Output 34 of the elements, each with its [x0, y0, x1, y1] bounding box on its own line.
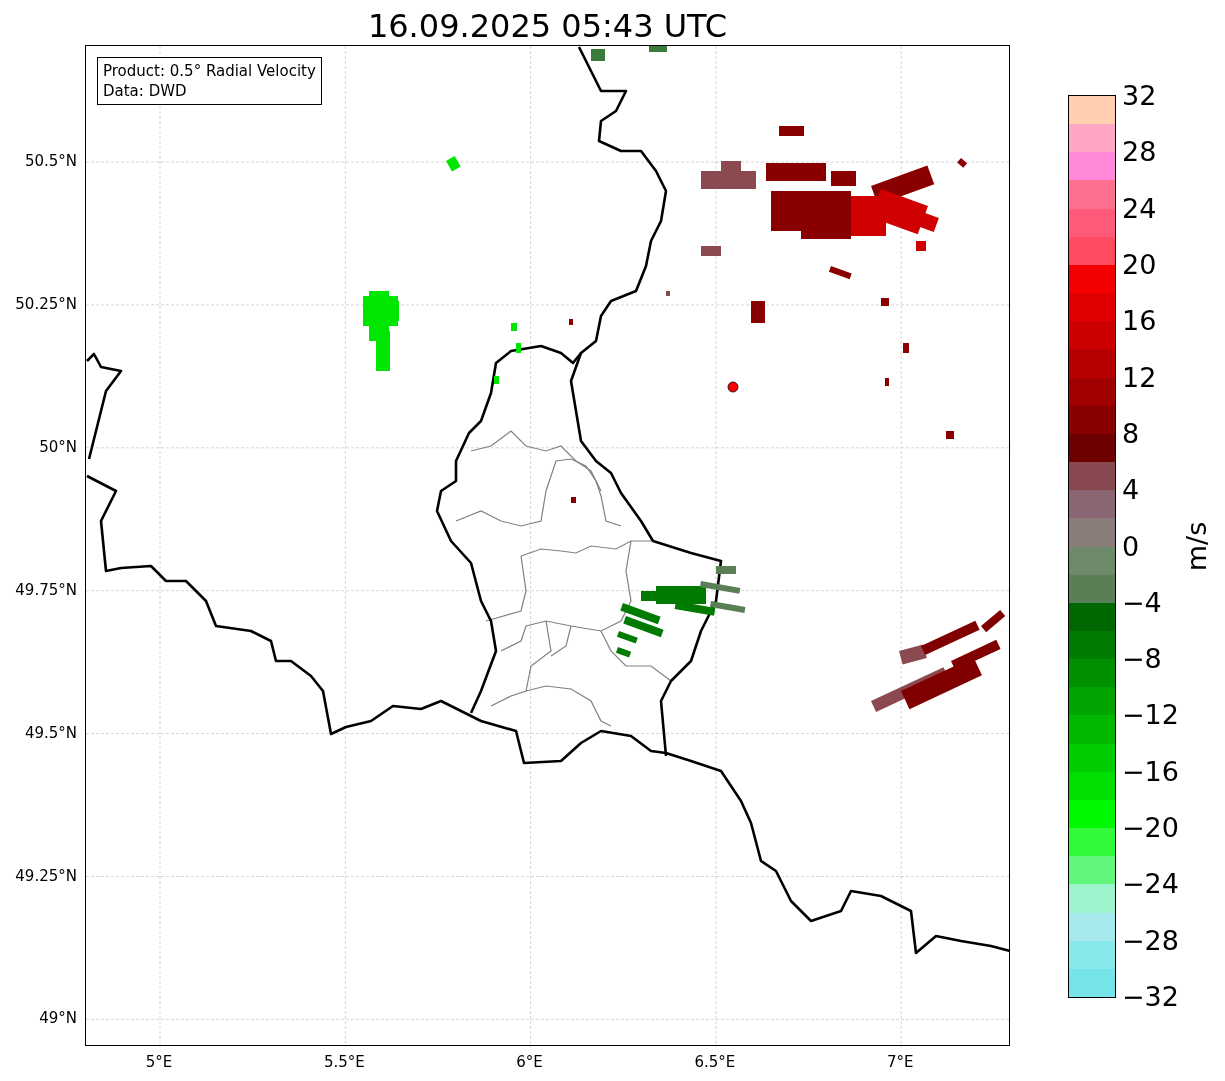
colorbar-tick-label: 16 [1122, 304, 1157, 336]
longitude-label: 5°E [145, 1053, 173, 1071]
latitude-label: 50°N [39, 437, 77, 456]
latitude-label: 50.5°N [24, 152, 77, 170]
colorbar-tick-label: −20 [1122, 811, 1179, 843]
colorbar-tick-label: −8 [1122, 642, 1162, 674]
colorbar-tick-label: −32 [1122, 980, 1179, 1012]
legend-text: Product: 0.5° Radial Velocity [103, 61, 316, 81]
latitude-label: 49.5°N [24, 723, 77, 742]
radar-site-icon [727, 381, 739, 393]
longitude-label: 7°E [886, 1053, 914, 1071]
colorbar-tick-label: −24 [1122, 867, 1179, 899]
colorbar-tick-label: 32 [1122, 79, 1157, 111]
colorbar-tick-label: 28 [1122, 135, 1157, 167]
latitude-label: 49°N [39, 1009, 77, 1028]
colorbar-tick-label: 12 [1122, 361, 1157, 393]
colorbar-tick-label: −28 [1122, 924, 1179, 956]
colorbar-tick-label: 20 [1122, 248, 1157, 280]
colorbar-tick-label: −16 [1122, 755, 1179, 787]
longitude-label: 5.5°E [323, 1053, 365, 1071]
latitude-label: 49.25°N [15, 866, 77, 885]
longitude-label: 6.5°E [694, 1053, 736, 1071]
latitude-label: 50.25°N [15, 294, 77, 313]
colorbar-tick-label: −12 [1122, 698, 1179, 730]
colorbar-label: m/s [1181, 521, 1213, 571]
legend-text: Data: DWD [103, 81, 188, 101]
latitude-label: 49.75°N [15, 580, 77, 599]
colorbar-tick-label: 4 [1122, 473, 1140, 505]
colorbar-tick-label: 0 [1122, 530, 1140, 561]
colorbar-tick-label: 8 [1122, 417, 1140, 449]
chart-title: 16.09.2025 05:43 UTC [366, 6, 729, 45]
colorbar-tick-label: −4 [1122, 586, 1162, 618]
longitude-label: 6°E [516, 1053, 543, 1071]
colorbar-tick-label: 24 [1122, 192, 1157, 224]
